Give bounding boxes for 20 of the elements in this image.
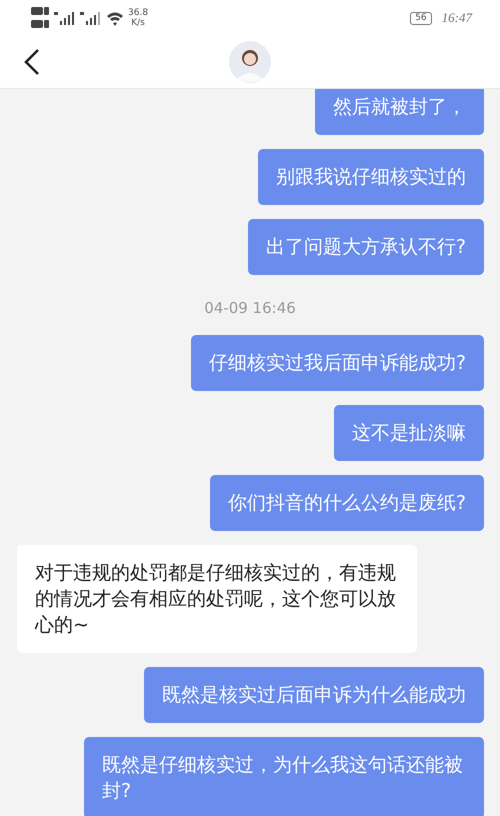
back-icon[interactable] — [24, 49, 40, 75]
message-bubble: 对于违规的处罚都是仔细核实过的，有违规的情况才会有相应的处罚呢，这个您可以放心的~ — [17, 545, 417, 653]
battery-indicator: 56 — [410, 12, 432, 24]
timestamp: 04-09 16:46 — [203, 299, 297, 317]
wifi-icon — [106, 10, 124, 26]
message-bubble: 别跟我说仔细核实过的 — [258, 149, 484, 205]
clock-time: 16:47 — [442, 10, 472, 26]
signal-icon — [80, 10, 102, 26]
message-bubble: 你们抖音的什么公约是废纸? — [210, 475, 484, 531]
avatar-icon — [229, 41, 271, 83]
message-bubble: 仔细核实过我后面申诉能成功? — [190, 335, 484, 391]
network-speed: 36.8 — [128, 8, 148, 18]
message-bubble: 这不是扯淡嘛 — [334, 405, 484, 461]
speed-unit: K/s — [131, 18, 145, 28]
signal-icon — [54, 10, 76, 26]
message-bubble: 既然是核实过后面申诉为什么能成功 — [144, 667, 484, 723]
sim-icon — [30, 5, 50, 31]
message-bubble: 出了问题大方承认不行? — [248, 219, 484, 275]
message-bubble: 既然是仔细核实过，为什么我这句话还能被封? — [84, 737, 484, 816]
message-bubble: 然后就被封了， — [315, 89, 484, 135]
